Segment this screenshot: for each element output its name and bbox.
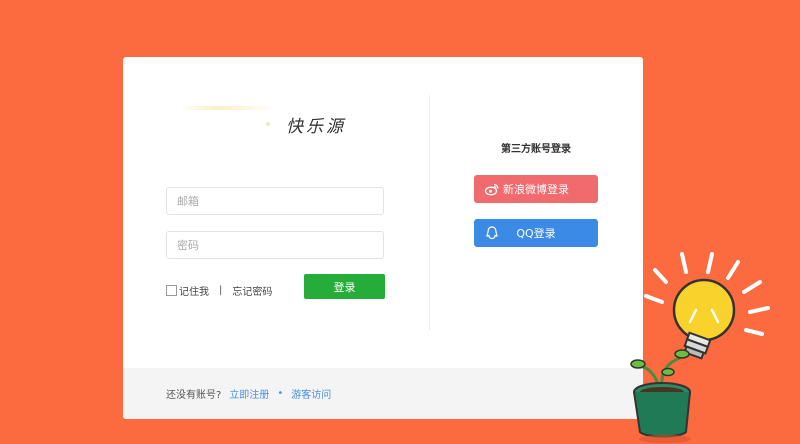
- card-footer: 还没有账号? 立即注册 • 游客访问: [123, 368, 643, 419]
- register-link[interactable]: 立即注册: [229, 386, 269, 401]
- third-party-title: 第三方账号登录: [501, 144, 571, 155]
- password-field[interactable]: [166, 231, 384, 259]
- footer-dot: •: [277, 388, 284, 399]
- login-card: 快乐源 记住我 | 忘记密码 登录 第三方账号登录 新浪微博登录 QQ登录 还没…: [123, 57, 643, 419]
- remember-row: 记住我 | 忘记密码: [166, 283, 272, 298]
- separator: |: [219, 285, 223, 296]
- qq-icon: [486, 226, 498, 240]
- login-button[interactable]: 登录: [304, 274, 385, 299]
- guest-access-link[interactable]: 游客访问: [291, 386, 331, 401]
- qq-login-label: QQ登录: [516, 227, 556, 240]
- qq-login-button[interactable]: QQ登录: [474, 219, 598, 247]
- vertical-divider: [429, 95, 430, 330]
- logo-dot: [266, 122, 270, 126]
- remember-checkbox[interactable]: [166, 285, 177, 296]
- forgot-password-link[interactable]: 忘记密码: [232, 283, 272, 298]
- logo-decoration: [178, 106, 278, 110]
- logo-text: 快乐源: [286, 117, 346, 137]
- weibo-icon: [484, 183, 499, 196]
- weibo-login-label: 新浪微博登录: [503, 183, 569, 196]
- email-field[interactable]: [166, 187, 384, 215]
- signup-prompt: 还没有账号?: [166, 390, 222, 401]
- lightbulb-plant-illustration: [630, 252, 770, 443]
- remember-label[interactable]: 记住我: [179, 283, 209, 298]
- logo: 快乐源: [178, 102, 378, 142]
- weibo-login-button[interactable]: 新浪微博登录: [474, 175, 598, 203]
